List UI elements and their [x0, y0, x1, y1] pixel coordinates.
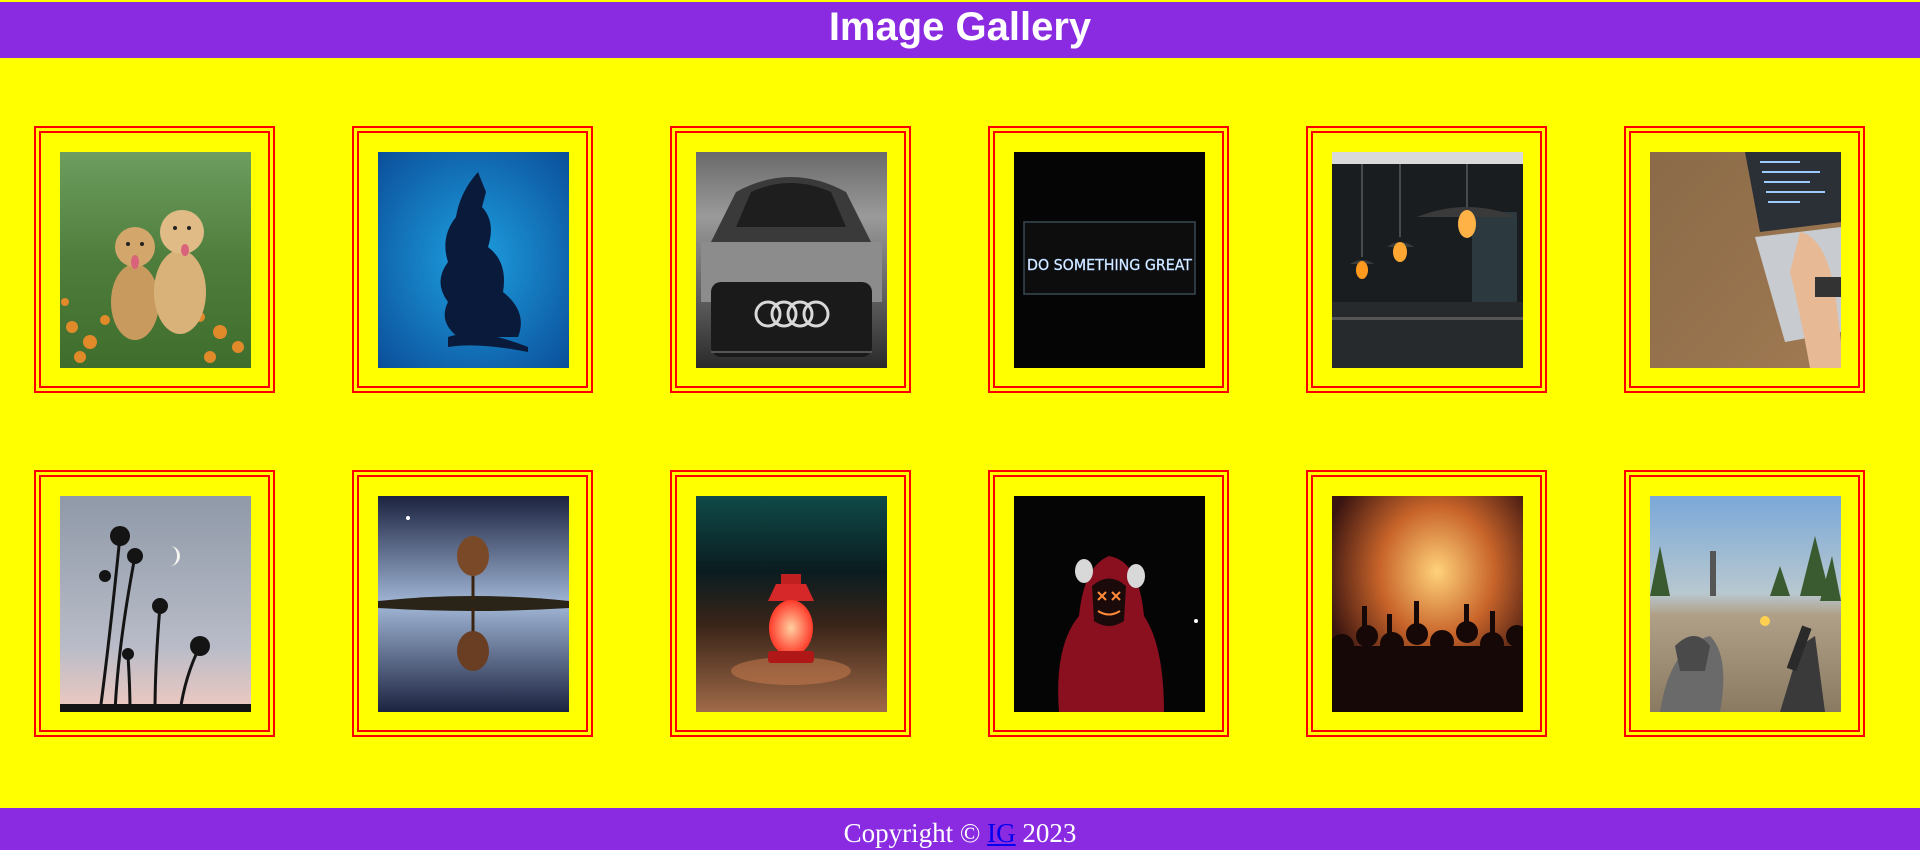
- audi-car-image: [696, 152, 887, 368]
- page-footer: Copyright © IG 2023: [0, 808, 1920, 850]
- gallery-item: DO SOMETHING GREAT: [988, 126, 1229, 393]
- game-scene-image: [1650, 496, 1841, 712]
- gallery-item: [34, 470, 275, 737]
- lantern-image: [696, 496, 887, 712]
- pendant-lamps-image: [1332, 152, 1523, 368]
- page-header: Image Gallery: [0, 2, 1920, 58]
- copyright-text: Copyright ©: [843, 818, 981, 848]
- puppies-image: [60, 152, 251, 368]
- gallery-item: [670, 470, 911, 737]
- gallery-item: [1624, 126, 1865, 393]
- gallery-item: [1306, 126, 1547, 393]
- gallery-item: [352, 470, 593, 737]
- page-title: Image Gallery: [828, 5, 1092, 49]
- shiva-silhouette-image: [378, 152, 569, 368]
- image-gallery: DO SOMETHING GREAT: [0, 58, 1920, 808]
- neon-sign-image: DO SOMETHING GREAT: [1014, 152, 1205, 368]
- gallery-item: [1624, 470, 1865, 737]
- neon-sign-text: DO SOMETHING GREAT: [1027, 256, 1193, 274]
- gallery-item: [1306, 470, 1547, 737]
- gallery-item: [34, 126, 275, 393]
- tree-reflection-image: [378, 496, 569, 712]
- hooded-mask-image: [1014, 496, 1205, 712]
- copyright-year: 2023: [1022, 818, 1077, 848]
- concert-crowd-image: [1332, 496, 1523, 712]
- ig-link[interactable]: IG: [987, 818, 1016, 848]
- laptop-typing-image: [1650, 152, 1841, 368]
- gallery-item: [988, 470, 1229, 737]
- gallery-item: [670, 126, 911, 393]
- moon-trees-image: [60, 496, 251, 712]
- gallery-item: [352, 126, 593, 393]
